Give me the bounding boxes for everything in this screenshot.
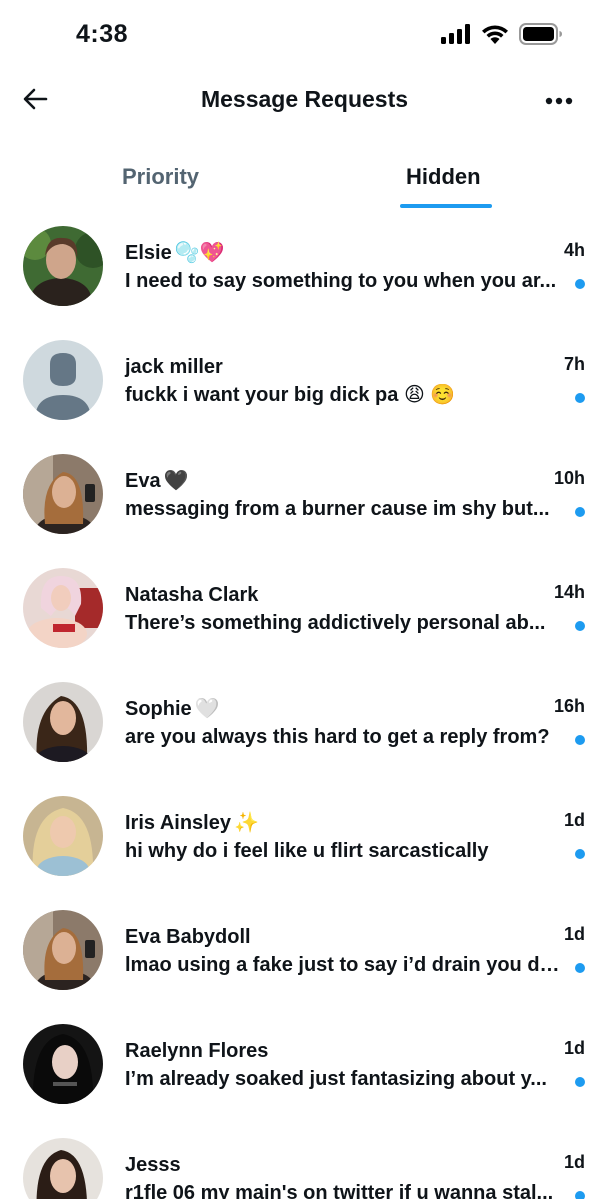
name-emoji: ✨ — [233, 812, 259, 834]
message-request-row[interactable]: Natasha Clark 14h There’s something addi… — [0, 552, 609, 666]
avatar[interactable] — [23, 1138, 103, 1199]
name-emoji: 🫧💖 — [174, 242, 225, 264]
avatar[interactable] — [23, 454, 103, 534]
sender-name: Eva Babydoll — [125, 925, 251, 948]
unread-indicator — [575, 393, 585, 403]
timestamp: 16h — [553, 696, 585, 716]
message-request-row[interactable]: Elsie 🫧💖 4h I need to say something to y… — [0, 210, 609, 324]
preview-emoji: 😩 ☺️ — [403, 384, 456, 406]
avatar[interactable] — [23, 910, 103, 990]
message-preview: messaging from a burner cause im shy but… — [125, 498, 550, 520]
sender-name-line: Eva Babydoll — [125, 924, 251, 950]
active-tab-indicator — [400, 204, 492, 208]
sender-name-line: Eva 🖤 — [125, 468, 189, 494]
default-avatar[interactable] — [23, 340, 103, 420]
message-preview: I need to say something to you when you … — [125, 270, 557, 292]
avatar[interactable] — [23, 1024, 103, 1104]
more-button[interactable] — [539, 84, 579, 118]
timestamp: 4h — [563, 240, 585, 260]
message-preview: r1fle 06 my main's on twitter if u wanna… — [125, 1182, 554, 1199]
more-icon — [545, 92, 573, 110]
unread-indicator — [575, 279, 585, 289]
timestamp: 1d — [563, 810, 585, 830]
message-request-row[interactable]: Iris Ainsley ✨ 1d hi why do i feel like … — [0, 780, 609, 894]
message-request-row[interactable]: jack miller 7h fuckk i want your big dic… — [0, 324, 609, 438]
header: Message Requests — [0, 72, 609, 128]
message-preview: I’m already soaked just fantasizing abou… — [125, 1068, 547, 1090]
timestamp: 10h — [553, 468, 585, 488]
unread-indicator — [575, 963, 585, 973]
tab-bar: Priority Hidden — [0, 150, 609, 210]
unread-indicator — [575, 849, 585, 859]
message-preview: hi why do i feel like u flirt sarcastica… — [125, 840, 489, 862]
message-request-row[interactable]: Eva 🖤 10h messaging from a burner cause … — [0, 438, 609, 552]
sender-name: jack miller — [125, 355, 223, 378]
timestamp: 1d — [563, 1152, 585, 1172]
sender-name: Natasha Clark — [125, 583, 259, 606]
avatar[interactable] — [23, 682, 103, 762]
sender-name-line: jack miller — [125, 354, 223, 380]
message-preview: are you always this hard to get a reply … — [125, 726, 550, 748]
message-request-row[interactable]: Raelynn Flores 1d I’m already soaked jus… — [0, 1008, 609, 1122]
message-request-row[interactable]: Jesss 1d r1fle 06 my main's on twitter i… — [0, 1122, 609, 1199]
status-time: 4:38 — [76, 20, 129, 48]
sender-name: Eva — [125, 469, 161, 492]
sender-name: Iris Ainsley — [125, 811, 231, 834]
name-emoji: 🖤 — [163, 470, 189, 492]
timestamp: 7h — [563, 354, 585, 374]
timestamp: 1d — [563, 924, 585, 944]
unread-indicator — [575, 621, 585, 631]
status-icons — [441, 22, 563, 50]
message-preview: There’s something addictively personal a… — [125, 612, 546, 634]
timestamp: 1d — [563, 1038, 585, 1058]
sender-name-line: Iris Ainsley ✨ — [125, 810, 259, 836]
name-emoji: 🤍 — [194, 698, 220, 720]
unread-indicator — [575, 507, 585, 517]
tab-priority[interactable]: Priority — [122, 164, 199, 190]
message-preview: lmao using a fake just to say i’d drain … — [125, 954, 561, 976]
sender-name-line: Jesss — [125, 1152, 181, 1178]
avatar[interactable] — [23, 796, 103, 876]
sender-name: Raelynn Flores — [125, 1039, 269, 1062]
tab-hidden[interactable]: Hidden — [406, 164, 481, 190]
timestamp: 14h — [553, 582, 585, 602]
message-request-row[interactable]: Sophie 🤍 16h are you always this hard to… — [0, 666, 609, 780]
message-preview-text: fuckk i want your big dick pa — [125, 384, 399, 406]
unread-indicator — [575, 735, 585, 745]
sender-name-line: Raelynn Flores — [125, 1038, 268, 1064]
status-bar: 4:38 — [0, 0, 609, 72]
wifi-icon — [481, 24, 509, 49]
page-title: Message Requests — [200, 86, 409, 112]
avatar[interactable] — [23, 226, 103, 306]
sender-name: Elsie — [125, 241, 172, 264]
battery-icon — [519, 22, 563, 50]
cellular-signal-icon — [441, 23, 471, 49]
sender-name-line: Natasha Clark — [125, 582, 258, 608]
sender-name: Sophie — [125, 697, 192, 720]
sender-name-line: Elsie 🫧💖 — [125, 240, 225, 266]
avatar[interactable] — [23, 568, 103, 648]
message-preview: fuckk i want your big dick pa 😩 ☺️ — [125, 384, 561, 407]
unread-indicator — [575, 1191, 585, 1199]
sender-name-line: Sophie 🤍 — [125, 696, 220, 722]
message-request-row[interactable]: Eva Babydoll 1d lmao using a fake just t… — [0, 894, 609, 1008]
sender-name: Jesss — [125, 1153, 181, 1176]
unread-indicator — [575, 1077, 585, 1087]
